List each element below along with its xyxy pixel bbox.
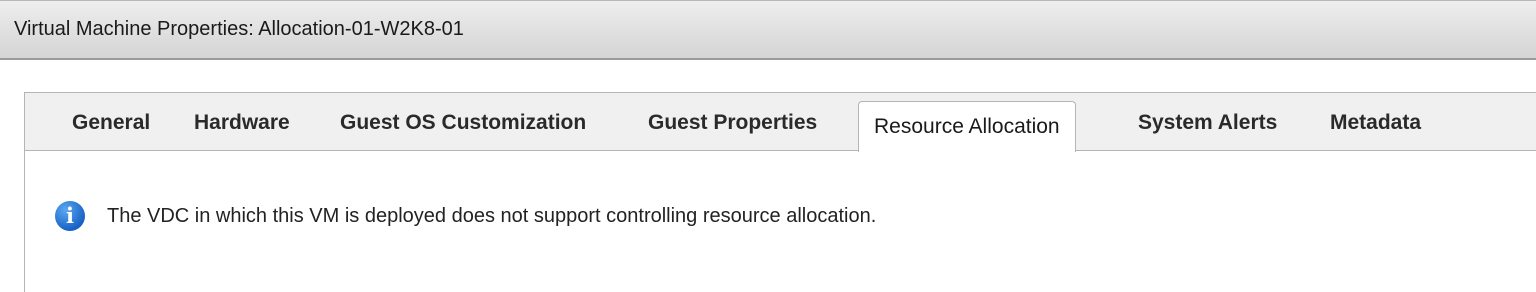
tab-metadata[interactable]: Metadata (1330, 111, 1421, 135)
info-message: The VDC in which this VM is deployed doe… (107, 204, 877, 227)
tab-system-alerts[interactable]: System Alerts (1138, 111, 1277, 135)
tab-guest-properties[interactable]: Guest Properties (648, 111, 817, 135)
properties-panel: General Hardware Guest OS Customization … (24, 92, 1536, 292)
info-message-row: i The VDC in which this VM is deployed d… (55, 201, 876, 231)
info-icon: i (55, 201, 85, 231)
tab-strip: General Hardware Guest OS Customization … (25, 93, 1536, 152)
tab-general[interactable]: General (72, 111, 150, 135)
window-titlebar: Virtual Machine Properties: Allocation-0… (0, 0, 1536, 60)
tab-resource-allocation[interactable]: Resource Allocation (858, 101, 1076, 152)
tab-guest-os-customization[interactable]: Guest OS Customization (340, 111, 586, 135)
window-title: Virtual Machine Properties: Allocation-0… (14, 18, 464, 40)
tab-hardware[interactable]: Hardware (194, 111, 290, 135)
